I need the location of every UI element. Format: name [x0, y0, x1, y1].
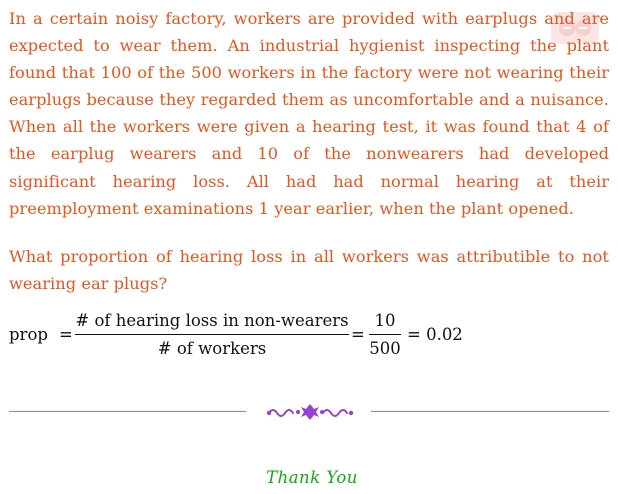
ornamental-divider — [9, 403, 609, 421]
document-page: In a certain noisy factory, workers are … — [9, 0, 609, 494]
fraction-numerator: # of hearing loss in non-wearers — [75, 311, 349, 330]
thank-you-text: Thank You — [266, 468, 358, 487]
fraction-denominator: # of workers — [157, 339, 267, 358]
divider-rule-left — [9, 411, 246, 412]
definition-fraction: # of hearing loss in non-wearers # of wo… — [75, 308, 349, 361]
problem-paragraph: In a certain noisy factory, workers are … — [9, 9, 609, 218]
equals-sign-2: = — [351, 325, 365, 344]
value-fraction: 10 500 — [369, 308, 401, 361]
value-denominator: 500 — [369, 339, 401, 358]
question-paragraph: What proportion of hearing loss in all w… — [9, 247, 609, 294]
equation-lhs: prop — [9, 325, 48, 344]
flourish-ornament-icon — [266, 404, 354, 420]
equals-sign: = — [59, 325, 73, 344]
equation-result: = 0.02 — [407, 325, 463, 344]
proportion-equation: prop = # of hearing loss in non-wearers … — [9, 308, 609, 368]
value-numerator: 10 — [374, 311, 396, 330]
divider-rule-right — [371, 411, 609, 412]
fraction-bar — [75, 334, 349, 335]
value-fraction-bar — [369, 334, 401, 335]
